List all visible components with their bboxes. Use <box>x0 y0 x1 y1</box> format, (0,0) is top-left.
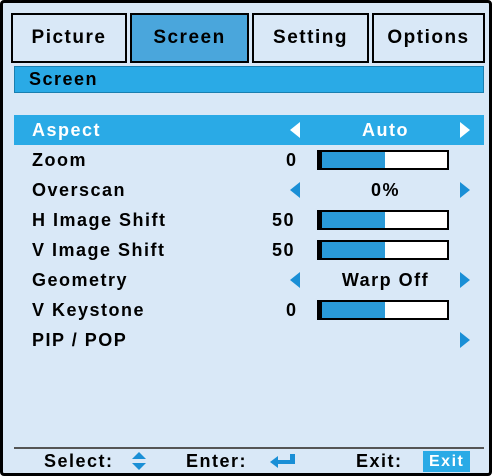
tab-setting[interactable]: Setting <box>252 13 369 63</box>
menu-item-geometry[interactable]: Geometry Warp Off <box>14 265 484 295</box>
right-arrow-icon[interactable] <box>460 272 470 288</box>
exit-button[interactable]: Exit <box>423 451 471 472</box>
screen-menu-list: Aspect Auto Zoom 0 Overscan 0% H Image S… <box>14 115 484 355</box>
enter-hint-label: Enter: <box>186 451 248 471</box>
v-image-shift-value: 50 <box>272 240 296 260</box>
tab-bar: Picture Screen Setting Options <box>11 13 485 63</box>
aspect-value: Auto <box>362 120 409 140</box>
enter-return-icon <box>270 454 295 468</box>
osd-menu: Picture Screen Setting Options Screen As… <box>0 0 492 476</box>
right-arrow-icon[interactable] <box>460 332 470 348</box>
h-image-shift-slider-fill <box>322 212 385 228</box>
zoom-slider[interactable] <box>317 150 449 170</box>
right-arrow-icon[interactable] <box>460 122 470 138</box>
v-keystone-value: 0 <box>286 300 298 320</box>
zoom-value: 0 <box>286 150 298 170</box>
right-arrow-icon[interactable] <box>460 182 470 198</box>
geometry-label: Geometry <box>32 270 129 290</box>
menu-item-aspect[interactable]: Aspect Auto <box>14 115 484 145</box>
page-title: Screen <box>14 66 484 93</box>
zoom-slider-fill <box>322 152 385 168</box>
left-arrow-icon[interactable] <box>290 272 300 288</box>
tab-screen[interactable]: Screen <box>130 13 249 63</box>
menu-item-pip-pop[interactable]: PIP / POP <box>14 325 484 355</box>
select-hint-label: Select: <box>44 451 114 471</box>
h-image-shift-slider[interactable] <box>317 210 449 230</box>
overscan-label: Overscan <box>32 180 127 200</box>
up-down-arrows-icon <box>132 452 146 470</box>
left-arrow-icon[interactable] <box>290 182 300 198</box>
v-image-shift-slider-fill <box>322 242 385 258</box>
v-keystone-slider-fill <box>322 302 385 318</box>
menu-item-v-keystone[interactable]: V Keystone 0 <box>14 295 484 325</box>
exit-hint-label: Exit: <box>356 451 403 471</box>
overscan-value: 0% <box>370 180 400 200</box>
h-image-shift-label: H Image Shift <box>32 210 167 230</box>
h-image-shift-value: 50 <box>272 210 296 230</box>
menu-item-zoom[interactable]: Zoom 0 <box>14 145 484 175</box>
tab-picture[interactable]: Picture <box>11 13 127 63</box>
zoom-label: Zoom <box>32 150 87 170</box>
v-image-shift-label: V Image Shift <box>32 240 166 260</box>
v-keystone-label: V Keystone <box>32 300 146 320</box>
left-arrow-icon[interactable] <box>290 122 300 138</box>
menu-item-overscan[interactable]: Overscan 0% <box>14 175 484 205</box>
geometry-value: Warp Off <box>341 270 430 290</box>
menu-item-h-image-shift[interactable]: H Image Shift 50 <box>14 205 484 235</box>
v-keystone-slider[interactable] <box>317 300 449 320</box>
v-image-shift-slider[interactable] <box>317 240 449 260</box>
menu-item-v-image-shift[interactable]: V Image Shift 50 <box>14 235 484 265</box>
tab-options[interactable]: Options <box>372 13 485 63</box>
pip-pop-label: PIP / POP <box>32 330 128 350</box>
aspect-label: Aspect <box>32 120 102 140</box>
status-bar: Select: Enter: Exit: Exit <box>14 447 484 473</box>
